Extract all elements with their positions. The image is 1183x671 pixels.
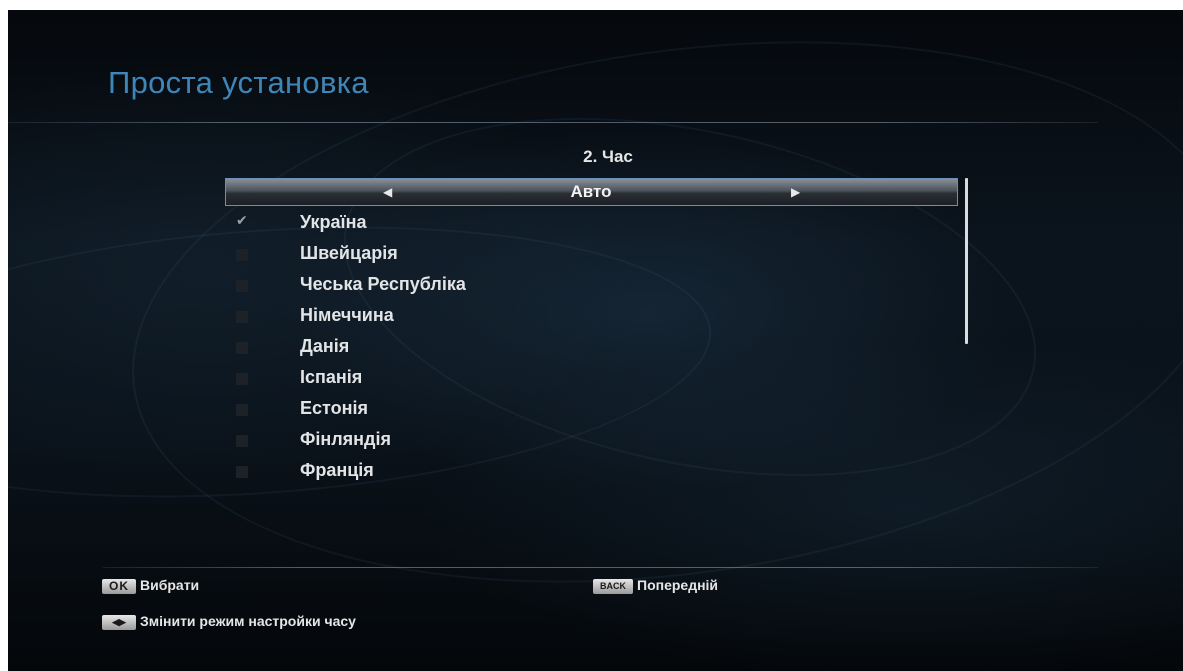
time-mode-value: Авто bbox=[570, 182, 612, 201]
hint-ok: OK Вибрати bbox=[102, 577, 199, 594]
checkbox-icon bbox=[236, 373, 248, 385]
hint-back: BACK Попередній bbox=[593, 577, 718, 594]
checkbox-icon bbox=[236, 249, 248, 261]
country-label: Іспанія bbox=[300, 367, 363, 387]
list-item-country[interactable]: Іспанія bbox=[236, 366, 636, 394]
step-label: 2. Час bbox=[583, 147, 633, 166]
country-label: Німеччина bbox=[300, 305, 394, 325]
list-item-country[interactable]: Німеччина bbox=[236, 304, 636, 332]
hint-back-label: Попередній bbox=[637, 577, 719, 593]
tv-screen: Проста установка 2. Час ◀ Авто ▶ ✔ Украї… bbox=[8, 10, 1183, 671]
checkbox-icon bbox=[236, 466, 248, 478]
hint-left-right: ◀▶ Змінити режим настройки часу bbox=[102, 613, 356, 630]
hint-lr-label: Змінити режим настройки часу bbox=[140, 613, 356, 629]
checkbox-icon bbox=[236, 280, 248, 292]
list-item-country[interactable]: Естонія bbox=[236, 397, 636, 425]
list-item-country[interactable]: Чеська Республіка bbox=[236, 273, 636, 301]
footer-divider bbox=[103, 567, 1098, 568]
checkbox-icon bbox=[236, 311, 248, 323]
list-item-country[interactable]: Швейцарія bbox=[236, 242, 636, 270]
checkbox-icon bbox=[236, 404, 248, 416]
checkmark-icon: ✔ bbox=[236, 213, 248, 229]
country-label: Данія bbox=[300, 336, 350, 356]
country-label: Естонія bbox=[300, 398, 368, 418]
checkbox-icon bbox=[236, 435, 248, 447]
list-scrollbar[interactable] bbox=[965, 178, 968, 344]
header-divider bbox=[8, 122, 1098, 123]
list-item-country[interactable]: Данія bbox=[236, 335, 636, 363]
page-title: Проста установка bbox=[108, 65, 369, 100]
country-label: Чеська Республіка bbox=[300, 274, 466, 294]
time-mode-selector[interactable]: ◀ Авто ▶ bbox=[225, 178, 958, 206]
ok-key-icon: OK bbox=[102, 578, 136, 594]
list-item-country[interactable]: Фінляндія bbox=[236, 428, 636, 456]
checkbox-icon bbox=[236, 342, 248, 354]
country-label: Швейцарія bbox=[300, 243, 398, 263]
list-item-country[interactable]: Франція bbox=[236, 459, 636, 487]
country-label: Фінляндія bbox=[300, 429, 391, 449]
hint-ok-label: Вибрати bbox=[140, 577, 200, 593]
left-right-keys-icon: ◀▶ bbox=[102, 614, 136, 630]
arrow-right-icon[interactable]: ▶ bbox=[791, 185, 800, 199]
list-item-country[interactable]: ✔ Україна bbox=[236, 211, 636, 239]
country-label: Франція bbox=[300, 460, 374, 480]
back-key-icon: BACK bbox=[593, 578, 633, 594]
country-label: Україна bbox=[300, 212, 367, 232]
arrow-left-icon[interactable]: ◀ bbox=[383, 185, 392, 199]
